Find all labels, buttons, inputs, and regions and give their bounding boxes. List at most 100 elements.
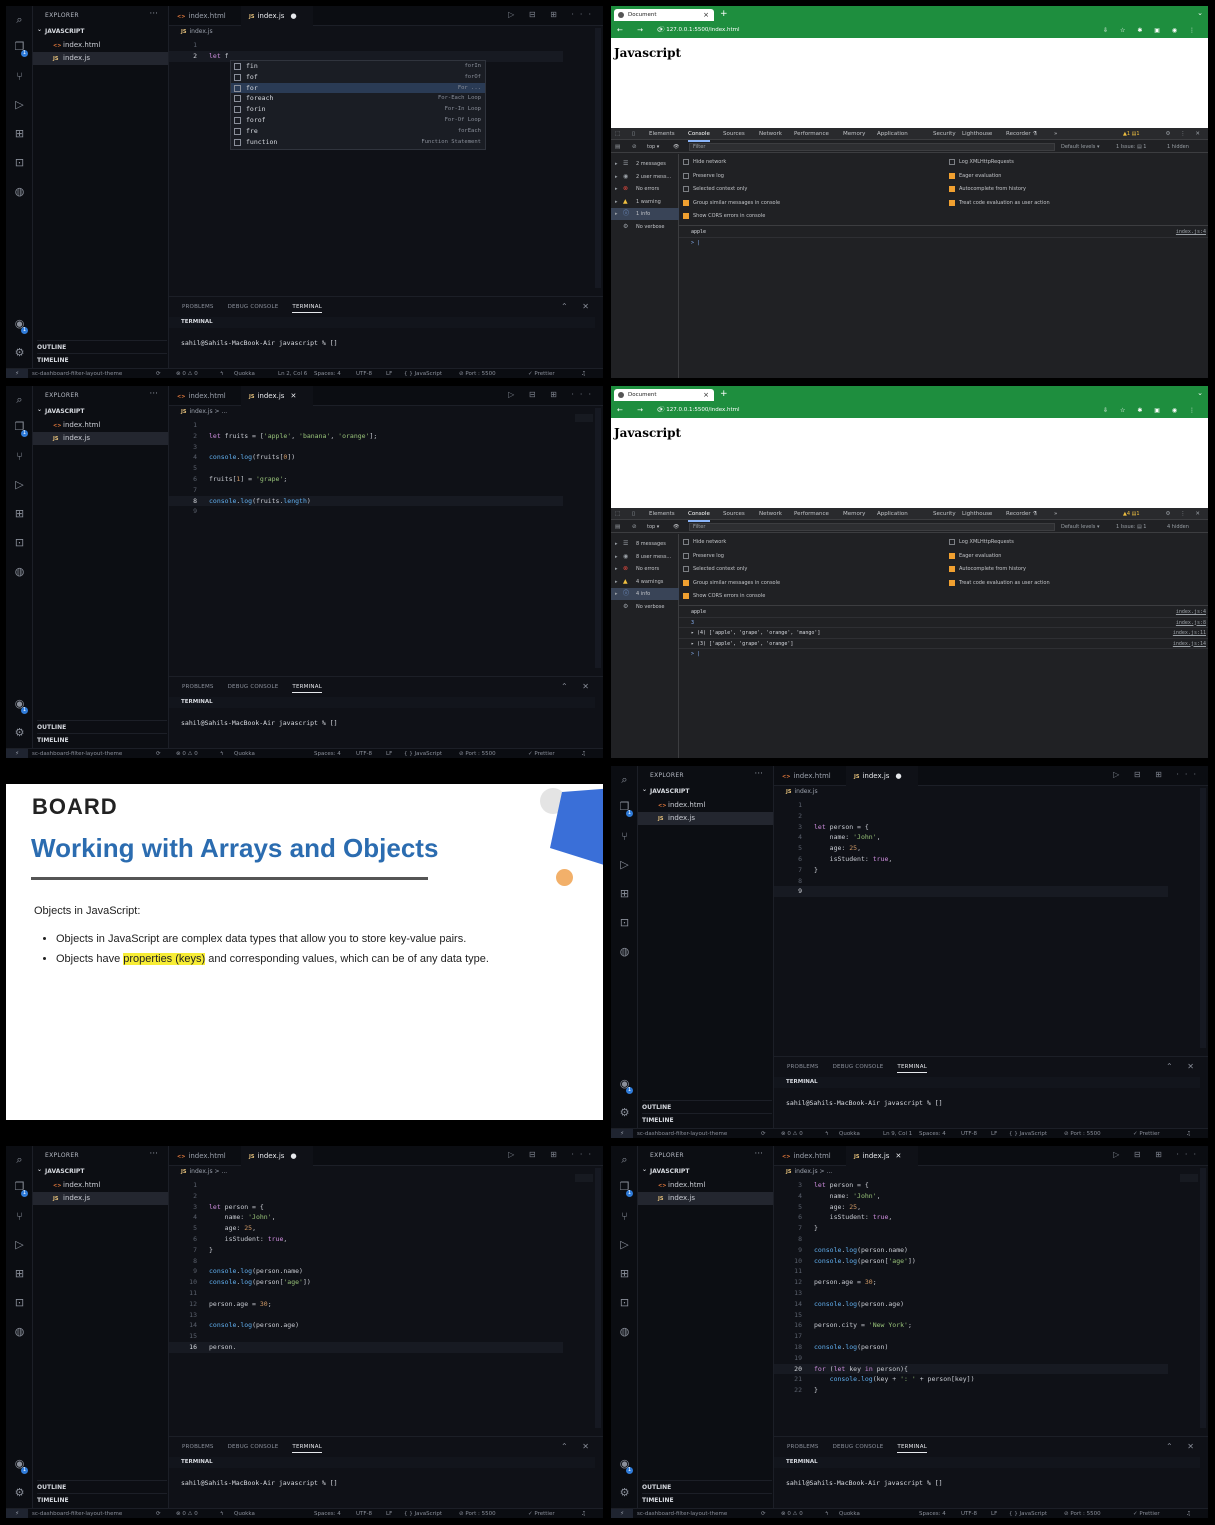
code-line[interactable]: 3 let person = {: [169, 1202, 563, 1213]
address-bar[interactable]: ⓘ 127.0.0.1:5500/index.html: [659, 25, 1119, 36]
panel-tab-debug-console[interactable]: DEBUG CONSOLE: [833, 1444, 884, 1450]
code-lines[interactable]: 1 2 let fruits = ['apple', 'banana', 'oran…: [169, 420, 563, 517]
code-line[interactable]: 12 person.age = 30;: [774, 1277, 1168, 1288]
code-line[interactable]: 7}: [774, 865, 1168, 876]
context-selector[interactable]: top ▾: [647, 521, 659, 533]
file-index-js[interactable]: JS index.js: [33, 432, 168, 445]
devtools-tab-memory[interactable]: Memory: [843, 508, 865, 520]
suggestion-item[interactable]: forin For-In Loop: [231, 104, 485, 115]
prettier-status[interactable]: ✓ Prettier: [1133, 1129, 1160, 1138]
checkbox[interactable]: [683, 199, 689, 206]
source-control-icon[interactable]: ⑂: [13, 450, 26, 463]
run-debug-icon[interactable]: ▷: [13, 478, 26, 491]
git-graph-icon[interactable]: ◍: [618, 945, 631, 958]
devtools-tab-elements[interactable]: Elements: [649, 128, 675, 140]
branch-name[interactable]: sc-dashboard-filter-layout-theme: [32, 369, 122, 378]
file-index-html[interactable]: <> index.html: [638, 1179, 773, 1192]
sync-icon[interactable]: ⟳: [156, 369, 161, 378]
code-line[interactable]: 8 console.log(fruits.length): [169, 495, 563, 507]
code-line[interactable]: 7}: [774, 1223, 1168, 1234]
live-server-port[interactable]: ⊘ Port : 5500: [459, 749, 496, 758]
tab-index-html[interactable]: <> index.html: [774, 766, 844, 786]
code-line[interactable]: 5 age: 25,: [169, 1223, 563, 1234]
devtools-tab-recorder[interactable]: Recorder ⚗: [1006, 128, 1037, 140]
code-line[interactable]: 3: [169, 442, 563, 453]
run-debug-icon[interactable]: ▷: [13, 98, 26, 111]
filter-input[interactable]: Filter: [689, 143, 1055, 151]
devtools-tab-lighthouse[interactable]: Lighthouse: [962, 508, 992, 520]
source-control-icon[interactable]: ⑂: [618, 830, 631, 843]
terminal-header[interactable]: TERMINAL: [169, 317, 595, 328]
suggestion-item[interactable]: forof For-Of Loop: [231, 115, 485, 126]
code-line[interactable]: 6 isStudent: true,: [169, 1234, 563, 1245]
eol[interactable]: LF: [386, 1509, 392, 1518]
code-line[interactable]: 15: [169, 1331, 563, 1342]
indent-spaces[interactable]: Spaces: 4: [314, 369, 341, 378]
devtools-controls-icons[interactable]: ⚙ ⋮ ✕: [1165, 128, 1204, 140]
remote-explorer-icon[interactable]: ⊡: [618, 1296, 631, 1309]
remote-explorer-icon[interactable]: ⊡: [13, 1296, 26, 1309]
code-lines[interactable]: 3 let person = {4 name: 'John', 5 age: 25,…: [774, 1180, 1168, 1396]
tab-search-icon[interactable]: ⌄: [1197, 389, 1203, 397]
more-actions-icon[interactable]: ···: [149, 389, 158, 399]
checkbox[interactable]: [683, 186, 689, 192]
extensions-icon[interactable]: ⊞: [13, 1267, 26, 1280]
code-line[interactable]: 8: [774, 876, 1168, 887]
panel-tab-problems[interactable]: PROBLEMS: [787, 1444, 819, 1450]
quokka-status[interactable]: Quokka: [234, 1509, 255, 1518]
search-icon[interactable]: ⌕: [618, 773, 631, 786]
editor-actions-icons[interactable]: ▷ ⊟ ⊞ ···: [508, 390, 597, 399]
suggestion-item[interactable]: fof forOf: [231, 72, 485, 83]
remote-icon[interactable]: ⚡: [611, 1129, 633, 1138]
code-line[interactable]: 2: [169, 1191, 563, 1202]
more-tabs-icon[interactable]: »: [1054, 128, 1057, 140]
source-control-icon[interactable]: ⑂: [618, 1210, 631, 1223]
checkbox[interactable]: [949, 199, 955, 206]
indent-spaces[interactable]: Spaces: 4: [314, 1509, 341, 1518]
eol[interactable]: LF: [991, 1509, 997, 1518]
terminal-prompt[interactable]: sahil@Sahils-MacBook-Air javascript % []: [181, 1479, 338, 1487]
source-control-icon[interactable]: ⑂: [13, 1210, 26, 1223]
editor-actions-icons[interactable]: ▷ ⊟ ⊞ ···: [508, 1150, 597, 1159]
code-line[interactable]: 22}: [774, 1385, 1168, 1396]
devtools-controls-icons[interactable]: ⚙ ⋮ ✕: [1165, 508, 1204, 520]
remote-explorer-icon[interactable]: ⊡: [618, 916, 631, 929]
outline-section[interactable]: OUTLINE: [642, 1480, 772, 1491]
code-line[interactable]: 13: [169, 1310, 563, 1321]
code-line[interactable]: 18 console.log(person): [774, 1342, 1168, 1353]
tab-index-html[interactable]: <> index.html: [774, 1146, 844, 1166]
git-graph-icon[interactable]: ◍: [13, 185, 26, 198]
file-index-html[interactable]: <> index.html: [33, 39, 168, 52]
code-line[interactable]: 11: [774, 1266, 1168, 1277]
suggestion-item[interactable]: function Function Statement: [231, 137, 485, 148]
devtools-tab-elements[interactable]: Elements: [649, 508, 675, 520]
editor-scrollbar[interactable]: [1200, 1168, 1206, 1428]
terminal-prompt[interactable]: sahil@Sahils-MacBook-Air javascript % []: [181, 339, 338, 347]
code-line[interactable]: 3 let person = {: [774, 1180, 1168, 1191]
panel-controls-icons[interactable]: ⌃ ✕: [561, 1442, 595, 1451]
console-sidebar-item[interactable]: ▸ ☰ 8 messages: [611, 538, 679, 550]
setting-option[interactable]: Preserve log: [683, 170, 724, 182]
code-line[interactable]: 20 for (let key in person){: [774, 1363, 1168, 1375]
console-message[interactable]: ▸ (3) ['apple', 'grape', 'orange'] index.…: [679, 639, 1208, 649]
setting-option[interactable]: Selected context only: [683, 183, 747, 195]
minimap[interactable]: [1180, 1174, 1198, 1182]
setting-option[interactable]: Selected context only: [683, 563, 747, 575]
encoding[interactable]: UTF-8: [961, 1129, 977, 1138]
terminal-prompt[interactable]: sahil@Sahils-MacBook-Air javascript % []: [786, 1479, 943, 1487]
eol[interactable]: LF: [386, 749, 392, 758]
devtools-tab-security[interactable]: Security: [933, 508, 956, 520]
panel-tab-problems[interactable]: PROBLEMS: [182, 684, 214, 690]
issues-counter[interactable]: 1 Issue: ▤ 1: [1116, 141, 1146, 153]
file-index-js[interactable]: JS index.js: [33, 1192, 168, 1205]
extensions-icon[interactable]: ⊞: [13, 507, 26, 520]
settings-gear-icon[interactable]: ⚙: [13, 1486, 26, 1499]
outline-section[interactable]: OUTLINE: [37, 720, 167, 731]
console-sidebar-item[interactable]: ▸ ◉ 8 user mess...: [611, 551, 679, 563]
checkbox[interactable]: [683, 552, 689, 559]
code-line[interactable]: 3 let person = {: [774, 822, 1168, 833]
devtools-tab-sources[interactable]: Sources: [723, 128, 745, 140]
devtools-tab-network[interactable]: Network: [759, 508, 782, 520]
code-line[interactable]: 19: [774, 1353, 1168, 1364]
panel-tab-debug-console[interactable]: DEBUG CONSOLE: [833, 1064, 884, 1070]
